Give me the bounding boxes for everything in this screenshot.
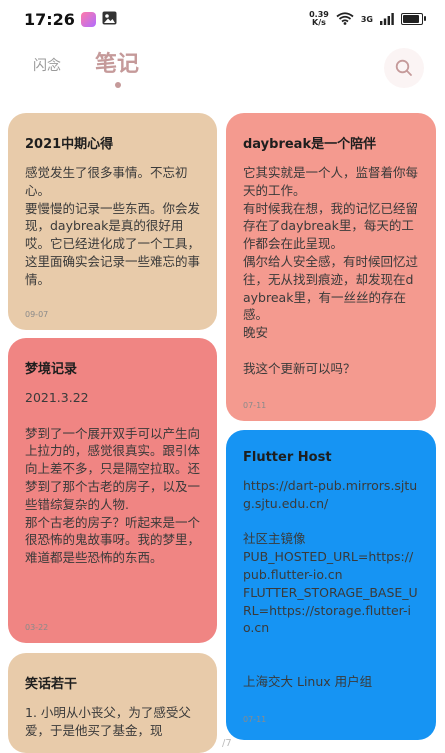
note-date: 09-07: [25, 310, 49, 319]
note-title: 2021中期心得: [25, 137, 114, 152]
note-title: Flutter Host: [243, 450, 332, 465]
note-title: 笑话若干: [25, 677, 78, 692]
note-title: 梦境记录: [25, 362, 78, 377]
note-body: 1. 小明从小丧父，为了感受父爱，于是他买了基金，现: [25, 705, 191, 738]
note-card[interactable]: 笑话若干 1. 小明从小丧父，为了感受父爱，于是他买了基金，现: [8, 653, 217, 753]
page-indicator: /7: [222, 738, 232, 749]
note-date: 03-22: [25, 623, 49, 632]
note-body: 它其实就是一个人，监督着你每天的工作。 有时候我在想，我的记忆已经留存在了day…: [243, 165, 419, 376]
note-body: 感觉发生了很多事情。不忘初心。 要慢慢的记录一些东西。你会发现，daybreak…: [25, 165, 201, 287]
note-date: 07-11: [243, 715, 267, 724]
note-card[interactable]: 梦境记录 2021.3.22 梦到了一个展开双手可以产生向上拉力的，感觉很真实。…: [8, 338, 217, 643]
note-title: daybreak是一个陪伴: [243, 137, 377, 152]
note-card[interactable]: 2021中期心得 感觉发生了很多事情。不忘初心。 要慢慢的记录一些东西。你会发现…: [8, 113, 217, 330]
note-card[interactable]: daybreak是一个陪伴 它其实就是一个人，监督着你每天的工作。 有时候我在想…: [226, 113, 436, 421]
note-card[interactable]: Flutter Host https://dart-pub.mirrors.sj…: [226, 430, 436, 740]
note-date: 07-11: [243, 401, 267, 410]
note-body: https://dart-pub.mirrors.sjtug.sjtu.edu.…: [243, 478, 418, 689]
note-body: 2021.3.22 梦到了一个展开双手可以产生向上拉力的，感觉很真实。跟引体向上…: [25, 390, 201, 566]
notes-grid: 2021中期心得 感觉发生了很多事情。不忘初心。 要慢慢的记录一些东西。你会发现…: [0, 0, 445, 753]
